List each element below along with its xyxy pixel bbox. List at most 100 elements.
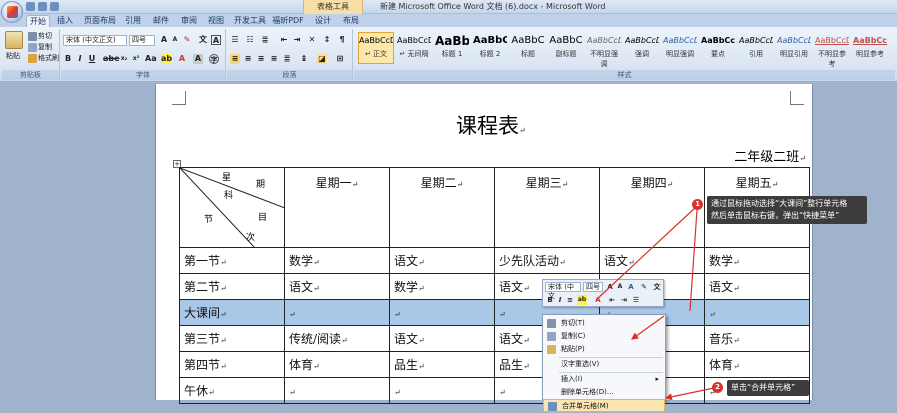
line-spacing-icon[interactable]: ↨ xyxy=(299,54,309,64)
superscript-icon[interactable]: x² xyxy=(131,54,141,64)
table-cell[interactable]: ↵ xyxy=(389,299,495,326)
strikethrough-icon[interactable]: abe xyxy=(103,54,120,64)
font-name-combo[interactable]: 宋体 (中文正文) xyxy=(63,35,127,46)
style-intense-quote[interactable]: AaBbCcDd明显引用 xyxy=(776,32,812,64)
table-cell[interactable]: 体育↵ xyxy=(284,351,390,378)
style-heading-1[interactable]: AaBb 标题 1 xyxy=(434,32,470,64)
document-page[interactable]: 课程表↵ 二年级二班↵ + 星 期 科 节 目 次 星期一↵ 星期二↵ 星期三↵… xyxy=(155,84,813,404)
table-cell[interactable]: 音乐↵ xyxy=(704,325,810,352)
sort-icon[interactable]: ↕ xyxy=(322,35,332,45)
decrease-indent-icon[interactable]: ⇤ xyxy=(279,35,289,45)
menu-item-insert[interactable]: 插入(I) ▸ xyxy=(543,373,665,386)
bold-icon[interactable]: B xyxy=(63,54,73,64)
char-shading-icon[interactable]: A xyxy=(193,54,203,64)
paste-icon[interactable] xyxy=(5,31,23,49)
tab-developer[interactable]: 开发工具 xyxy=(233,15,267,27)
font-color-icon[interactable]: A xyxy=(177,54,187,64)
font-color-icon[interactable]: A xyxy=(593,295,603,305)
show-marks-icon[interactable]: ¶ xyxy=(337,35,347,45)
highlight-icon[interactable]: ab xyxy=(577,295,587,305)
highlight-icon[interactable]: ab xyxy=(161,54,172,64)
increase-indent-icon[interactable]: ⇥ xyxy=(619,295,629,305)
col-header-wednesday[interactable]: 星期三↵ xyxy=(494,167,600,248)
menu-item-cut[interactable]: 剪切(T) xyxy=(543,317,665,330)
style-quote[interactable]: AaBbCcDd引用 xyxy=(738,32,774,64)
distributed-icon[interactable]: ≣ xyxy=(282,54,292,64)
tab-view[interactable]: 视图 xyxy=(205,15,227,27)
clear-format-icon[interactable]: ✎ xyxy=(182,35,192,45)
row-label[interactable]: 第三节↵ xyxy=(179,325,285,352)
menu-item-merge-cells[interactable]: 合并单元格(M) xyxy=(543,399,665,412)
table-cell[interactable]: 品生↵ xyxy=(389,351,495,378)
table-cell[interactable]: ↵ xyxy=(704,299,810,326)
style-intense-emphasis[interactable]: AaBbCcDd明显强调 xyxy=(662,32,698,64)
copy-button[interactable]: 复制 xyxy=(28,42,52,53)
document-subtitle[interactable]: 二年级二班↵ xyxy=(734,146,806,165)
subscript-icon[interactable]: x₂ xyxy=(119,54,129,64)
char-border-icon[interactable]: A xyxy=(211,35,221,45)
tab-references[interactable]: 引用 xyxy=(122,15,144,27)
multilevel-list-icon[interactable]: ≣ xyxy=(260,35,270,45)
phonetic-icon[interactable]: 文 xyxy=(652,282,662,292)
increase-indent-icon[interactable]: ⇥ xyxy=(292,35,302,45)
table-cell[interactable]: 数学↵ xyxy=(389,273,495,300)
row-label[interactable]: 第四节↵ xyxy=(179,351,285,378)
style-intense-reference[interactable]: AaBbCcDd明显参考 xyxy=(852,32,888,64)
style-emphasis[interactable]: AaBbCcDd强调 xyxy=(624,32,660,64)
style-heading-2[interactable]: AaBbC 标题 2 xyxy=(472,32,508,64)
tab-page-layout[interactable]: 页面布局 xyxy=(82,15,118,27)
style-normal[interactable]: AaBbCcDd↵ 正文 xyxy=(358,32,394,64)
style-no-spacing[interactable]: AaBbCcDd↵ 无间隔 xyxy=(396,32,432,64)
italic-icon[interactable]: I xyxy=(555,295,565,305)
style-subtle-emphasis[interactable]: AaBbCcDd不明显强调 xyxy=(586,32,622,68)
bullets-icon[interactable]: ☰ xyxy=(230,35,240,45)
row-label[interactable]: 第一节↵ xyxy=(179,247,285,274)
decrease-indent-icon[interactable]: ⇤ xyxy=(607,295,617,305)
font-size-combo[interactable]: 四号 xyxy=(129,35,155,46)
style-subtle-reference[interactable]: AaBbCcDd不明显参考 xyxy=(814,32,850,68)
menu-item-reconvert[interactable]: 汉字重选(V) xyxy=(543,358,665,371)
cut-button[interactable]: 剪切 xyxy=(28,31,52,42)
align-right-icon[interactable]: ≡ xyxy=(256,54,266,64)
style-icon[interactable]: A xyxy=(626,282,636,292)
menu-item-copy[interactable]: 复制(C) xyxy=(543,330,665,343)
align-left-icon[interactable]: ≡ xyxy=(230,54,240,64)
table-cell[interactable]: 数学↵ xyxy=(284,247,390,274)
format-painter-icon[interactable]: ✎ xyxy=(639,282,649,292)
grow-font-icon[interactable]: A xyxy=(159,35,169,45)
tab-design[interactable]: 设计 xyxy=(312,15,334,27)
tab-layout[interactable]: 布局 xyxy=(340,15,362,27)
table-cell[interactable]: ↵ xyxy=(284,299,390,326)
table-cell[interactable]: 传统/阅读↵ xyxy=(284,325,390,352)
style-subtitle[interactable]: AaBbC 副标题 xyxy=(548,32,584,64)
tab-foxit-pdf[interactable]: 福昕PDF xyxy=(272,15,304,27)
col-header-thursday[interactable]: 星期四↵ xyxy=(599,167,705,248)
mini-size-combo[interactable]: 四号 xyxy=(583,282,603,292)
table-cell[interactable]: 语文↵ xyxy=(704,273,810,300)
center-icon[interactable]: ≡ xyxy=(565,295,575,305)
col-header-tuesday[interactable]: 星期二↵ xyxy=(389,167,495,248)
table-cell[interactable]: 少先队活动↵ xyxy=(494,247,600,274)
italic-icon[interactable]: I xyxy=(75,54,85,64)
table-cell[interactable]: 语文↵ xyxy=(389,247,495,274)
change-case-icon[interactable]: Aa xyxy=(145,54,157,64)
row-label[interactable]: 第二节↵ xyxy=(179,273,285,300)
table-cell[interactable]: 语文↵ xyxy=(599,247,705,274)
row-label[interactable]: 大课间↵ xyxy=(179,299,285,326)
menu-item-paste[interactable]: 粘贴(P) xyxy=(543,343,665,356)
undo-icon[interactable] xyxy=(38,2,47,11)
table-cell[interactable]: 数学↵ xyxy=(704,247,810,274)
grow-font-icon[interactable]: A xyxy=(605,282,615,292)
save-icon[interactable] xyxy=(26,2,35,11)
office-button[interactable] xyxy=(1,1,23,23)
tab-review[interactable]: 审阅 xyxy=(178,15,200,27)
numbering-icon[interactable]: ☷ xyxy=(245,35,255,45)
align-center-icon[interactable]: ≡ xyxy=(243,54,253,64)
menu-item-delete-cells[interactable]: 删除单元格(D)... xyxy=(543,386,665,399)
shrink-font-icon[interactable]: A xyxy=(170,35,180,45)
style-title[interactable]: AaBbC 标题 xyxy=(510,32,546,64)
borders-icon[interactable]: ⊞ xyxy=(335,54,345,64)
underline-icon[interactable]: U xyxy=(87,54,97,64)
justify-icon[interactable]: ≡ xyxy=(269,54,279,64)
table-cell[interactable]: 体育↵ xyxy=(704,351,810,378)
